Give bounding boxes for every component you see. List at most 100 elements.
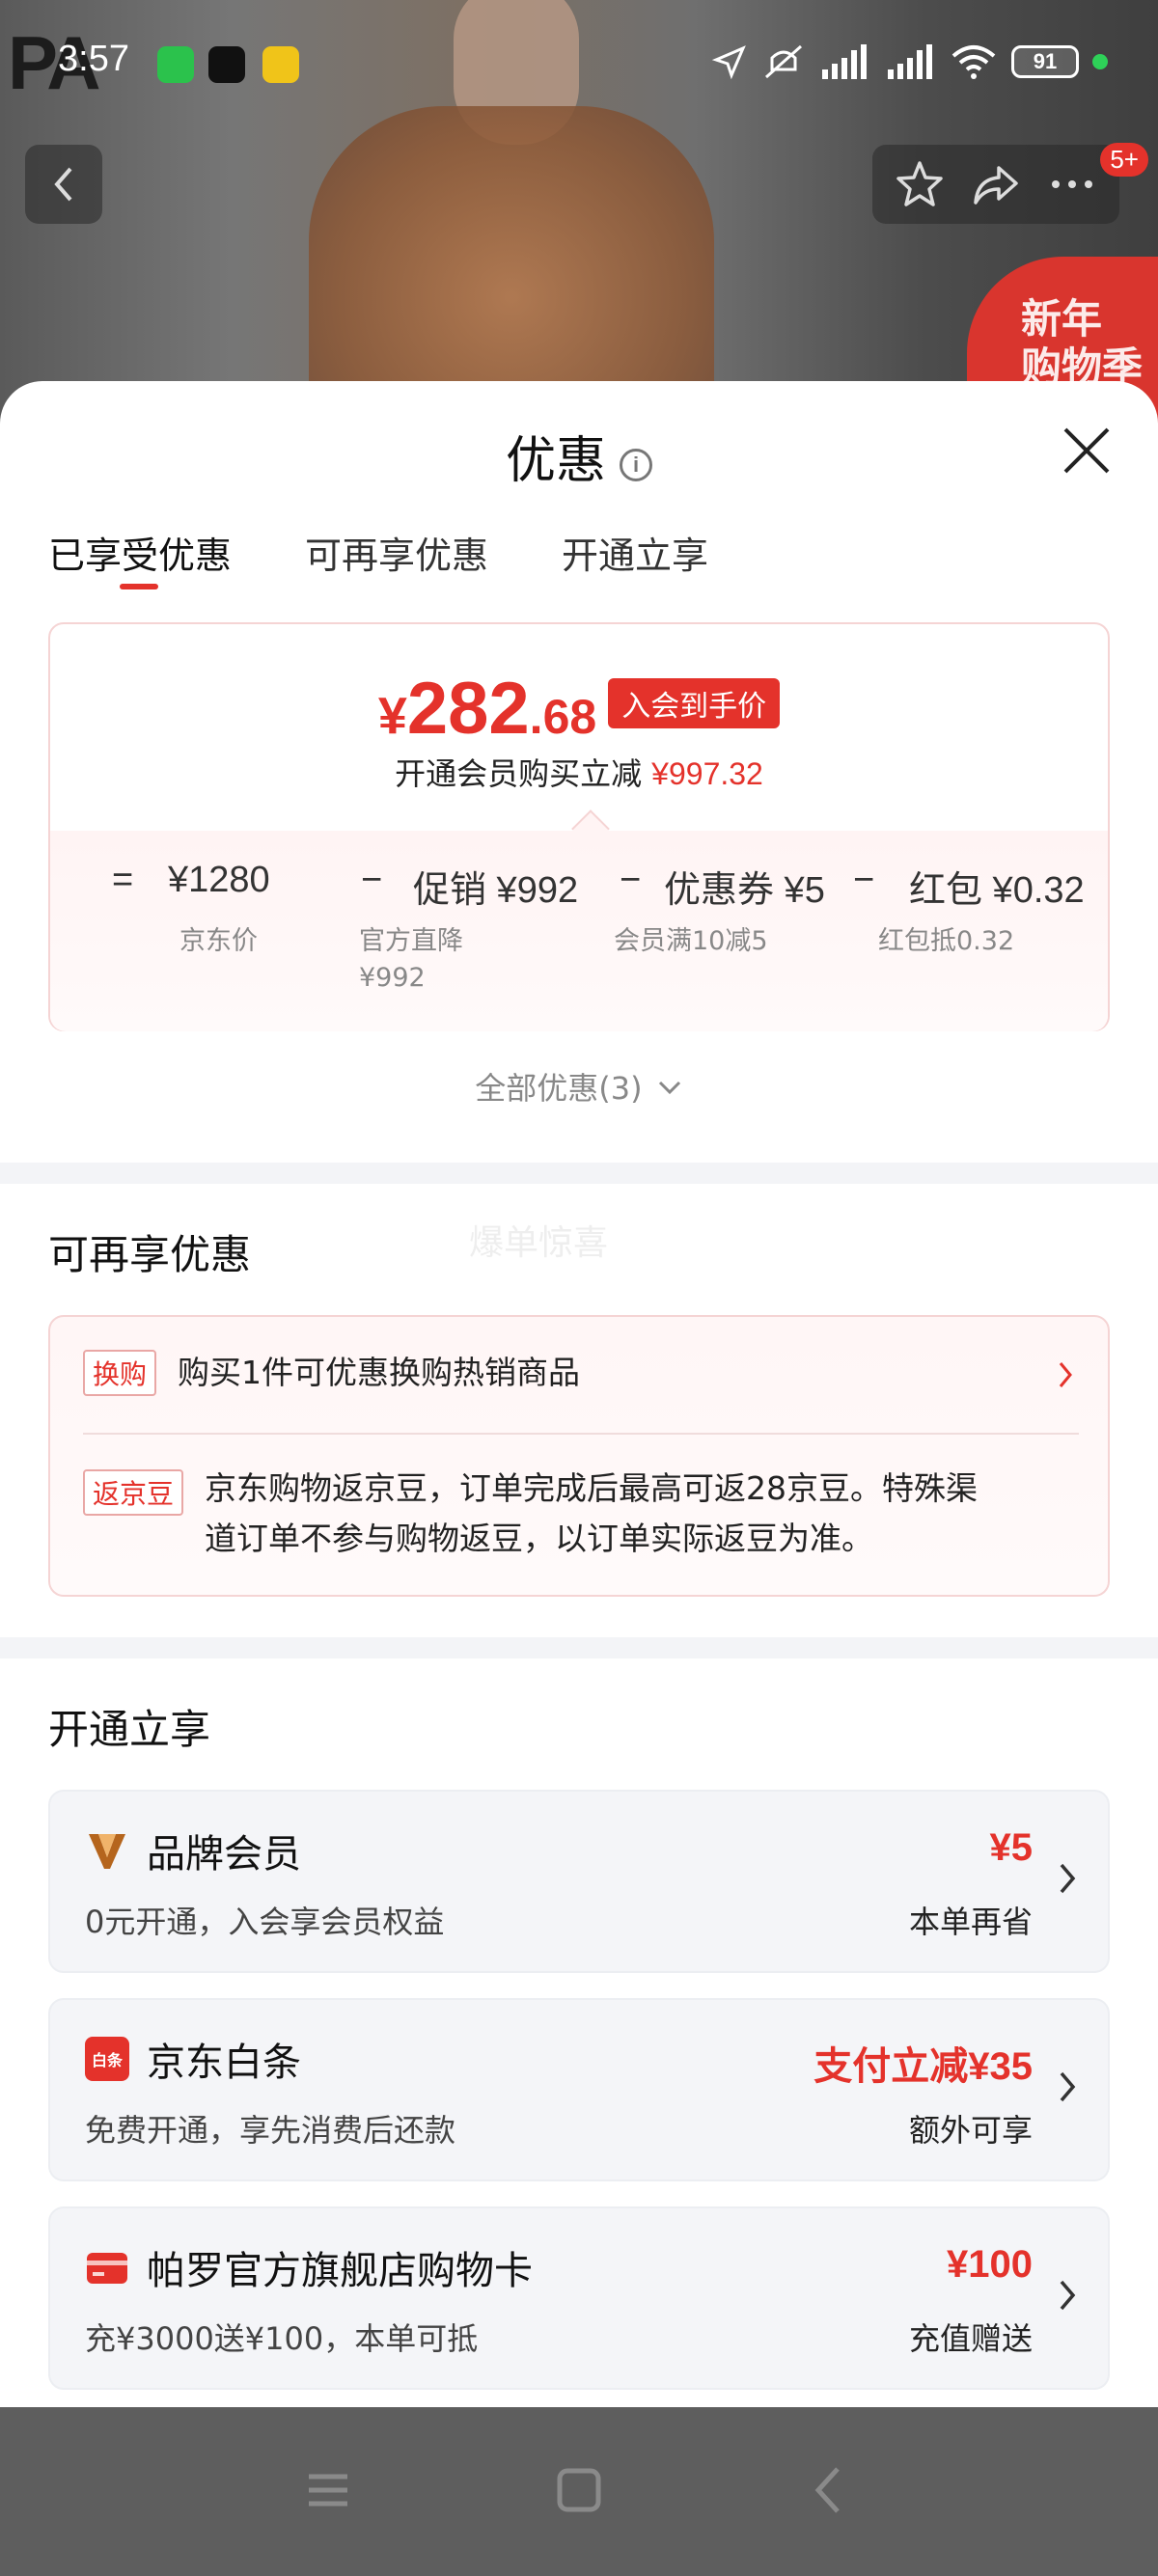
brand-member-desc: 0元开通，入会享会员权益 bbox=[85, 1904, 445, 1940]
price-currency: ¥ bbox=[377, 687, 407, 745]
baitiao-desc: 免费开通，享先消费后还款 bbox=[85, 2112, 456, 2149]
section-divider bbox=[0, 1163, 1158, 1184]
signal-hd-icon bbox=[822, 44, 867, 79]
wifi-icon bbox=[951, 45, 996, 79]
close-icon[interactable] bbox=[1058, 422, 1116, 480]
baitiao-title: 京东白条 bbox=[147, 2041, 301, 2085]
home-icon[interactable] bbox=[550, 2461, 608, 2519]
price-summary-top: ¥282.68 入会到手价 开通会员购买立减 ¥997.32 bbox=[50, 624, 1108, 829]
baitiao-icon: 白条 bbox=[85, 2037, 129, 2081]
system-nav-bar bbox=[0, 2407, 1158, 2576]
shopping-card-card[interactable]: 帕罗官方旗舰店购物卡 充¥3000送¥100，本单可抵 ¥100 充值赠送 bbox=[48, 2206, 1110, 2390]
battery-icon: 91 bbox=[1011, 45, 1079, 78]
calc-minus: − bbox=[361, 860, 383, 900]
promo-value: 促销 ¥992 bbox=[413, 870, 579, 911]
section-divider bbox=[0, 1637, 1158, 1658]
baitiao-value: 支付立减¥35 bbox=[813, 2045, 1033, 2088]
chevron-right-icon bbox=[1060, 1863, 1076, 1894]
jd-bean-text-line2: 道订单不参与购物返豆，以订单实际返豆为准。 bbox=[205, 1520, 873, 1557]
wechat-icon bbox=[157, 46, 194, 83]
price-summary-card: ¥282.68 入会到手价 开通会员购买立减 ¥997.32 = ¥1280 − 促… bbox=[48, 622, 1110, 1031]
open-section-title: 开通立享 bbox=[48, 1706, 211, 1753]
coupon-sub-label: 会员满10减5 bbox=[614, 926, 768, 956]
exchange-offer-row[interactable]: 换购 购买1件可优惠换购热销商品 bbox=[50, 1317, 1108, 1433]
tab-bar: 已享受优惠 可再享优惠 开通立享 bbox=[48, 526, 708, 589]
chevron-left-icon bbox=[54, 167, 72, 202]
chevron-right-icon bbox=[1059, 1362, 1072, 1387]
save-amount: ¥997.32 bbox=[651, 756, 763, 791]
app-icon bbox=[262, 46, 299, 83]
brand-member-value: ¥5 bbox=[989, 1826, 1034, 1869]
share-icon[interactable] bbox=[970, 158, 1022, 210]
save-label: 开通会员购买立减 bbox=[395, 755, 643, 792]
jd-bean-tag: 返京豆 bbox=[83, 1469, 184, 1516]
signal-hd-icon bbox=[888, 44, 932, 79]
sheet-title: 优惠 i bbox=[0, 420, 1158, 492]
all-offers-label: 全部优惠(3) bbox=[475, 1070, 643, 1107]
price-tag: 入会到手价 bbox=[608, 678, 781, 728]
baitiao-value-sub: 额外可享 bbox=[908, 2112, 1033, 2149]
more-badge: 5+ bbox=[1100, 143, 1148, 177]
all-offers-toggle[interactable]: 全部优惠(3) bbox=[0, 1064, 1158, 1109]
promo-sub-label: 官方直降 bbox=[359, 926, 463, 956]
shopping-card-desc: 充¥3000送¥100，本单可抵 bbox=[85, 2320, 479, 2357]
base-price-label: 京东价 bbox=[179, 926, 258, 956]
tab-enjoyed[interactable]: 已享受优惠 bbox=[48, 526, 232, 589]
calc-equals: = bbox=[112, 860, 134, 900]
jd-bean-text-line1: 京东购物返京豆，订单完成后最高可返28京豆。特殊渠 bbox=[205, 1469, 978, 1507]
back-icon[interactable] bbox=[801, 2461, 859, 2519]
more-icon[interactable] bbox=[1046, 158, 1098, 210]
price-decimal: .68 bbox=[529, 690, 597, 744]
status-icons: 91 bbox=[710, 42, 1108, 81]
back-button[interactable] bbox=[25, 145, 102, 224]
chevron-right-icon bbox=[1060, 2280, 1076, 2311]
calc-row: = ¥1280 − 促销 ¥992 − 优惠券 ¥5 − 红包 ¥0.32 bbox=[108, 860, 1085, 918]
shopping-card-value-sub: 充值赠送 bbox=[908, 2320, 1033, 2357]
mute-icon bbox=[765, 44, 802, 79]
redpack-value: 红包 ¥0.32 bbox=[909, 870, 1085, 911]
status-time: 3:57 bbox=[58, 39, 129, 79]
tab-open-now[interactable]: 开通立享 bbox=[562, 526, 708, 579]
card-icon bbox=[87, 2253, 127, 2284]
base-price-value: ¥1280 bbox=[168, 860, 270, 900]
chevron-down-icon bbox=[658, 1081, 680, 1095]
status-bar: 3:57 91 bbox=[0, 29, 1158, 110]
tiktok-icon bbox=[208, 46, 245, 83]
promo-stamp-line1: 新年 bbox=[1021, 296, 1103, 342]
star-icon[interactable] bbox=[894, 158, 946, 210]
coupon-value: 优惠券 ¥5 bbox=[664, 870, 825, 911]
baitiao-icon-text: 白条 bbox=[91, 2051, 123, 2069]
brand-v-icon bbox=[89, 1834, 125, 1869]
tab-more-offers[interactable]: 可再享优惠 bbox=[305, 526, 488, 579]
redpack-sub-label: 红包抵0.32 bbox=[878, 926, 1015, 956]
shopping-card-title: 帕罗官方旗舰店购物卡 bbox=[147, 2249, 533, 2293]
sheet-title-text: 优惠 bbox=[505, 432, 606, 490]
price-breakdown: = ¥1280 − 促销 ¥992 − 优惠券 ¥5 − 红包 ¥0.32 京东… bbox=[50, 831, 1108, 1031]
calc-minus: − bbox=[620, 860, 642, 900]
brand-member-title: 品牌会员 bbox=[147, 1832, 301, 1877]
offers-sheet: 优惠 i 已享受优惠 可再享优惠 开通立享 ¥282.68 入会到手价 开通会员购买… bbox=[0, 381, 1158, 2407]
menu-icon[interactable] bbox=[299, 2461, 357, 2519]
info-icon[interactable]: i bbox=[620, 449, 652, 481]
calc-minus: − bbox=[853, 860, 875, 900]
extra-offers-title: 可再享优惠 bbox=[48, 1231, 252, 1278]
watermark-text: 爆单惊喜 bbox=[469, 1223, 609, 1263]
location-icon bbox=[711, 45, 746, 80]
privacy-dot bbox=[1092, 54, 1108, 69]
shopping-card-value: ¥100 bbox=[947, 2243, 1033, 2286]
extra-divider bbox=[83, 1433, 1079, 1435]
exchange-tag: 换购 bbox=[83, 1350, 157, 1396]
exchange-text: 购买1件可优惠换购热销商品 bbox=[178, 1354, 580, 1391]
brand-member-card[interactable]: 品牌会员 0元开通，入会享会员权益 ¥5 本单再省 bbox=[48, 1790, 1110, 1973]
chevron-right-icon bbox=[1060, 2071, 1076, 2102]
final-price: ¥282.68 入会到手价 bbox=[50, 667, 1108, 751]
price-integer: 282 bbox=[406, 668, 530, 750]
jd-bean-text: 京东购物返京豆，订单完成后最高可返28京豆。特殊渠 道订单不参与购物返豆，以订单… bbox=[205, 1464, 978, 1564]
top-actions bbox=[872, 145, 1119, 224]
promo-sub-amount: ¥992 bbox=[359, 963, 426, 993]
save-line: 开通会员购买立减 ¥997.32 bbox=[50, 750, 1108, 794]
extra-offers-card: 换购 购买1件可优惠换购热销商品 返京豆 京东购物返京豆，订单完成后最高可返28… bbox=[48, 1315, 1110, 1597]
model-coat bbox=[309, 106, 714, 425]
brand-member-value-sub: 本单再省 bbox=[908, 1904, 1033, 1940]
baitiao-card[interactable]: 白条 京东白条 免费开通，享先消费后还款 支付立减¥35 额外可享 bbox=[48, 1998, 1110, 2181]
